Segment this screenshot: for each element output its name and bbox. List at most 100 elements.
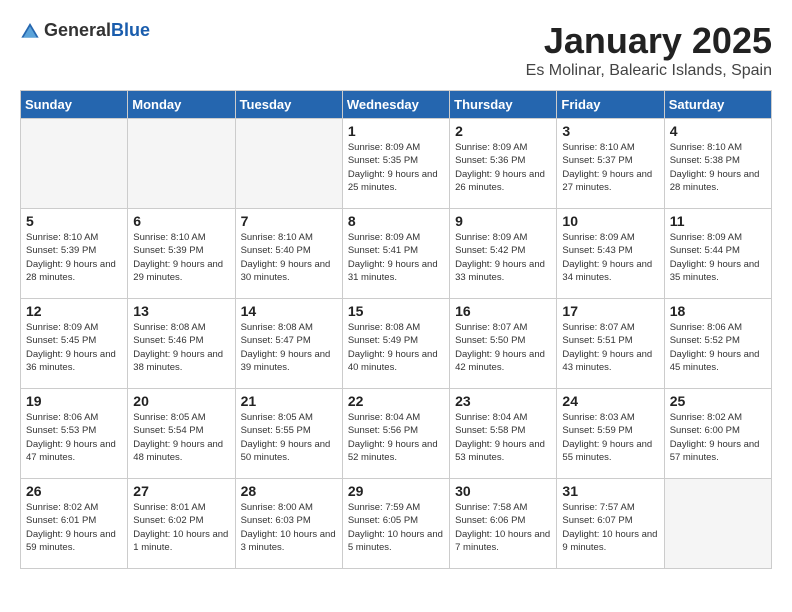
col-header-sunday: Sunday — [21, 91, 128, 119]
day-info: Sunrise: 8:09 AMSunset: 5:41 PMDaylight:… — [348, 231, 444, 284]
calendar-cell: 9 Sunrise: 8:09 AMSunset: 5:42 PMDayligh… — [450, 209, 557, 299]
day-number: 25 — [670, 393, 766, 409]
day-number: 11 — [670, 213, 766, 229]
week-row-5: 26 Sunrise: 8:02 AMSunset: 6:01 PMDaylig… — [21, 479, 772, 569]
calendar-cell: 27 Sunrise: 8:01 AMSunset: 6:02 PMDaylig… — [128, 479, 235, 569]
day-info: Sunrise: 8:09 AMSunset: 5:42 PMDaylight:… — [455, 231, 551, 284]
calendar-cell: 6 Sunrise: 8:10 AMSunset: 5:39 PMDayligh… — [128, 209, 235, 299]
day-info: Sunrise: 8:07 AMSunset: 5:50 PMDaylight:… — [455, 321, 551, 374]
day-number: 5 — [26, 213, 122, 229]
day-number: 29 — [348, 483, 444, 499]
calendar-cell: 24 Sunrise: 8:03 AMSunset: 5:59 PMDaylig… — [557, 389, 664, 479]
day-number: 22 — [348, 393, 444, 409]
header: GeneralBlue January 2025 Es Molinar, Bal… — [20, 20, 772, 80]
day-number: 12 — [26, 303, 122, 319]
calendar-cell: 12 Sunrise: 8:09 AMSunset: 5:45 PMDaylig… — [21, 299, 128, 389]
calendar-cell: 26 Sunrise: 8:02 AMSunset: 6:01 PMDaylig… — [21, 479, 128, 569]
calendar-cell: 30 Sunrise: 7:58 AMSunset: 6:06 PMDaylig… — [450, 479, 557, 569]
day-number: 3 — [562, 123, 658, 139]
day-number: 15 — [348, 303, 444, 319]
day-info: Sunrise: 8:09 AMSunset: 5:45 PMDaylight:… — [26, 321, 122, 374]
week-row-2: 5 Sunrise: 8:10 AMSunset: 5:39 PMDayligh… — [21, 209, 772, 299]
day-info: Sunrise: 8:09 AMSunset: 5:43 PMDaylight:… — [562, 231, 658, 284]
calendar-cell: 28 Sunrise: 8:00 AMSunset: 6:03 PMDaylig… — [235, 479, 342, 569]
calendar-cell: 10 Sunrise: 8:09 AMSunset: 5:43 PMDaylig… — [557, 209, 664, 299]
calendar-header-row: SundayMondayTuesdayWednesdayThursdayFrid… — [21, 91, 772, 119]
day-number: 21 — [241, 393, 337, 409]
day-info: Sunrise: 8:05 AMSunset: 5:55 PMDaylight:… — [241, 411, 337, 464]
day-info: Sunrise: 8:10 AMSunset: 5:39 PMDaylight:… — [133, 231, 229, 284]
day-number: 31 — [562, 483, 658, 499]
week-row-1: 1 Sunrise: 8:09 AMSunset: 5:35 PMDayligh… — [21, 119, 772, 209]
col-header-tuesday: Tuesday — [235, 91, 342, 119]
day-info: Sunrise: 8:04 AMSunset: 5:58 PMDaylight:… — [455, 411, 551, 464]
day-number: 18 — [670, 303, 766, 319]
day-number: 23 — [455, 393, 551, 409]
calendar-cell: 21 Sunrise: 8:05 AMSunset: 5:55 PMDaylig… — [235, 389, 342, 479]
logo: GeneralBlue — [20, 20, 150, 41]
day-info: Sunrise: 8:00 AMSunset: 6:03 PMDaylight:… — [241, 501, 337, 554]
day-info: Sunrise: 8:07 AMSunset: 5:51 PMDaylight:… — [562, 321, 658, 374]
calendar-cell: 5 Sunrise: 8:10 AMSunset: 5:39 PMDayligh… — [21, 209, 128, 299]
col-header-saturday: Saturday — [664, 91, 771, 119]
day-number: 20 — [133, 393, 229, 409]
calendar-cell — [664, 479, 771, 569]
calendar-cell: 17 Sunrise: 8:07 AMSunset: 5:51 PMDaylig… — [557, 299, 664, 389]
day-number: 6 — [133, 213, 229, 229]
day-info: Sunrise: 8:04 AMSunset: 5:56 PMDaylight:… — [348, 411, 444, 464]
day-number: 24 — [562, 393, 658, 409]
location-title: Es Molinar, Balearic Islands, Spain — [526, 62, 772, 80]
calendar-cell: 23 Sunrise: 8:04 AMSunset: 5:58 PMDaylig… — [450, 389, 557, 479]
col-header-thursday: Thursday — [450, 91, 557, 119]
day-number: 8 — [348, 213, 444, 229]
calendar-cell: 18 Sunrise: 8:06 AMSunset: 5:52 PMDaylig… — [664, 299, 771, 389]
calendar-cell: 8 Sunrise: 8:09 AMSunset: 5:41 PMDayligh… — [342, 209, 449, 299]
day-info: Sunrise: 8:09 AMSunset: 5:44 PMDaylight:… — [670, 231, 766, 284]
day-number: 4 — [670, 123, 766, 139]
day-number: 19 — [26, 393, 122, 409]
day-number: 2 — [455, 123, 551, 139]
day-info: Sunrise: 8:10 AMSunset: 5:38 PMDaylight:… — [670, 141, 766, 194]
title-section: January 2025 Es Molinar, Balearic Island… — [526, 20, 772, 80]
day-info: Sunrise: 8:10 AMSunset: 5:40 PMDaylight:… — [241, 231, 337, 284]
day-info: Sunrise: 8:08 AMSunset: 5:49 PMDaylight:… — [348, 321, 444, 374]
col-header-monday: Monday — [128, 91, 235, 119]
calendar-cell — [21, 119, 128, 209]
day-number: 9 — [455, 213, 551, 229]
month-title: January 2025 — [526, 20, 772, 62]
calendar-cell — [128, 119, 235, 209]
calendar-cell: 22 Sunrise: 8:04 AMSunset: 5:56 PMDaylig… — [342, 389, 449, 479]
calendar-table: SundayMondayTuesdayWednesdayThursdayFrid… — [20, 90, 772, 569]
day-info: Sunrise: 7:58 AMSunset: 6:06 PMDaylight:… — [455, 501, 551, 554]
day-info: Sunrise: 8:08 AMSunset: 5:46 PMDaylight:… — [133, 321, 229, 374]
day-number: 1 — [348, 123, 444, 139]
day-number: 27 — [133, 483, 229, 499]
day-info: Sunrise: 8:02 AMSunset: 6:00 PMDaylight:… — [670, 411, 766, 464]
calendar-cell: 13 Sunrise: 8:08 AMSunset: 5:46 PMDaylig… — [128, 299, 235, 389]
day-number: 7 — [241, 213, 337, 229]
calendar-cell: 14 Sunrise: 8:08 AMSunset: 5:47 PMDaylig… — [235, 299, 342, 389]
day-info: Sunrise: 8:10 AMSunset: 5:37 PMDaylight:… — [562, 141, 658, 194]
day-info: Sunrise: 8:06 AMSunset: 5:52 PMDaylight:… — [670, 321, 766, 374]
day-info: Sunrise: 8:08 AMSunset: 5:47 PMDaylight:… — [241, 321, 337, 374]
day-number: 14 — [241, 303, 337, 319]
calendar-cell: 20 Sunrise: 8:05 AMSunset: 5:54 PMDaylig… — [128, 389, 235, 479]
day-number: 26 — [26, 483, 122, 499]
calendar-cell: 15 Sunrise: 8:08 AMSunset: 5:49 PMDaylig… — [342, 299, 449, 389]
day-info: Sunrise: 8:03 AMSunset: 5:59 PMDaylight:… — [562, 411, 658, 464]
day-info: Sunrise: 7:57 AMSunset: 6:07 PMDaylight:… — [562, 501, 658, 554]
day-number: 28 — [241, 483, 337, 499]
logo-icon — [20, 21, 40, 41]
calendar-cell: 4 Sunrise: 8:10 AMSunset: 5:38 PMDayligh… — [664, 119, 771, 209]
col-header-friday: Friday — [557, 91, 664, 119]
day-info: Sunrise: 8:09 AMSunset: 5:35 PMDaylight:… — [348, 141, 444, 194]
logo-text: GeneralBlue — [44, 20, 150, 41]
col-header-wednesday: Wednesday — [342, 91, 449, 119]
day-number: 30 — [455, 483, 551, 499]
week-row-3: 12 Sunrise: 8:09 AMSunset: 5:45 PMDaylig… — [21, 299, 772, 389]
calendar-cell: 2 Sunrise: 8:09 AMSunset: 5:36 PMDayligh… — [450, 119, 557, 209]
day-info: Sunrise: 8:02 AMSunset: 6:01 PMDaylight:… — [26, 501, 122, 554]
day-info: Sunrise: 7:59 AMSunset: 6:05 PMDaylight:… — [348, 501, 444, 554]
calendar-cell: 1 Sunrise: 8:09 AMSunset: 5:35 PMDayligh… — [342, 119, 449, 209]
day-info: Sunrise: 8:01 AMSunset: 6:02 PMDaylight:… — [133, 501, 229, 554]
